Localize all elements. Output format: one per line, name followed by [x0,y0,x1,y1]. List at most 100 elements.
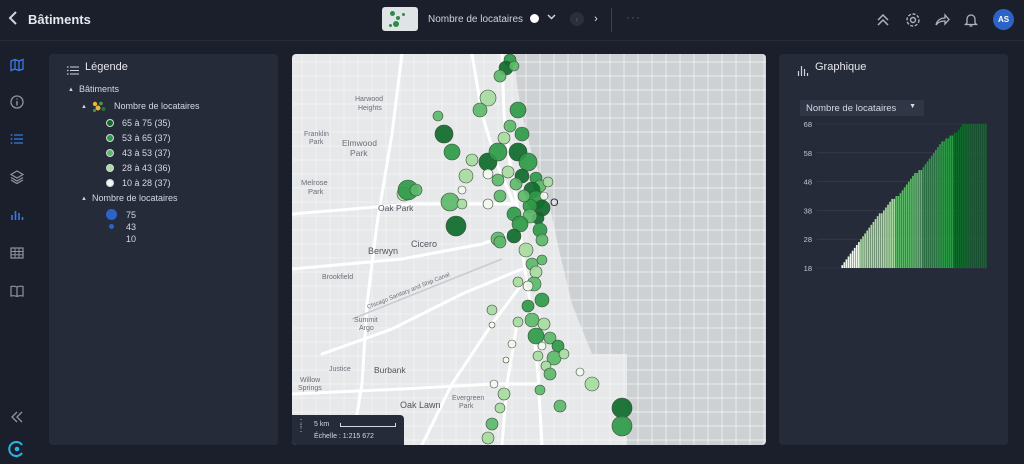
chart-bar[interactable] [932,152,935,268]
chart-bar[interactable] [984,124,987,268]
map-point[interactable] [481,431,495,445]
chart-bar[interactable] [872,221,875,268]
map-point[interactable] [522,280,534,292]
chart-bar[interactable] [947,138,950,268]
map-point[interactable] [489,379,499,389]
chart-bar[interactable] [849,253,852,268]
chart-bar[interactable] [874,219,877,268]
chart-bar[interactable] [860,239,862,268]
map-point[interactable] [518,242,534,258]
map-point[interactable] [497,387,511,401]
chart-bar[interactable] [866,230,869,268]
chart-field-select[interactable]: Nombre de locataires ▼ [800,100,924,116]
map-icon[interactable] [9,57,25,73]
chart-bar[interactable] [862,236,864,268]
chart-bar[interactable] [910,178,912,268]
map-point[interactable] [517,189,531,203]
chart-bar[interactable] [853,247,856,268]
chart-bar[interactable] [893,198,896,268]
map-point[interactable] [611,415,633,437]
map-point[interactable] [575,367,585,377]
previous-layer-button[interactable]: ‹ [570,12,584,26]
map-point[interactable] [506,228,522,244]
expand-triangle-icon[interactable]: ▲ [68,87,74,93]
chart-bar[interactable] [885,207,887,268]
chart-bar[interactable] [959,126,962,268]
map-point[interactable] [497,131,511,145]
chart-bar[interactable] [957,129,960,268]
bell-icon[interactable] [962,11,980,29]
chart-bar[interactable] [955,132,958,268]
avatar[interactable]: AS [993,9,1014,30]
map-canvas[interactable]: Harwood Heights Franklin Park Elmwood Pa… [292,54,766,445]
map-point[interactable] [534,292,550,308]
chart-bar[interactable] [976,124,979,268]
chart-bar[interactable] [901,190,904,268]
map-point[interactable] [536,254,548,266]
chart-bar[interactable] [891,198,893,268]
map-point[interactable] [521,299,535,313]
chevron-down-icon[interactable] [547,12,556,24]
layers-icon[interactable] [9,169,25,185]
chart-bar[interactable] [878,213,881,268]
expand-triangle-icon[interactable]: ▲ [81,104,87,110]
map-point[interactable] [503,119,517,133]
chart-bar[interactable] [962,124,964,268]
chart-bar[interactable] [922,167,925,268]
map-point[interactable] [543,367,557,381]
chart-bar[interactable] [918,170,921,268]
map-point[interactable] [514,126,530,142]
chevrons-up-icon[interactable] [874,11,892,29]
chart-bar[interactable] [889,201,891,268]
chart-bar[interactable] [966,124,968,268]
map-point[interactable] [518,152,538,172]
chart-bar[interactable] [949,135,952,268]
drag-handle-icon[interactable]: ⋮ ⋮ [296,419,306,434]
map-point[interactable] [507,339,517,349]
map-point[interactable] [529,265,543,279]
map-point[interactable] [445,215,467,237]
chart-bar[interactable] [880,213,883,268]
map-point[interactable] [584,376,600,392]
map-point[interactable] [491,173,505,187]
chart-bar[interactable] [935,149,937,268]
chart-bar[interactable] [974,124,977,268]
map-point[interactable] [458,168,474,184]
table-icon[interactable] [9,245,25,261]
map-point[interactable] [542,176,554,188]
chart-bar[interactable] [943,141,945,268]
map-point[interactable] [494,402,506,414]
map-point[interactable] [482,168,494,180]
map-point[interactable] [508,60,520,72]
chart-bar[interactable] [972,124,975,268]
chart-bar[interactable] [945,138,948,268]
layer-visibility-toggle[interactable] [530,14,539,23]
map-point[interactable] [485,417,499,431]
chart-bar[interactable] [953,132,956,268]
map-point[interactable] [539,191,549,201]
chart-bar[interactable] [978,124,981,268]
map-point[interactable] [432,110,444,122]
map-point[interactable] [502,356,510,364]
chart-bar[interactable] [895,196,898,268]
chart-bar[interactable] [899,193,902,268]
chevron-left-icon[interactable] [8,10,22,28]
info-icon[interactable] [9,94,25,110]
layer-thumbnail[interactable] [382,7,418,31]
map-point[interactable] [537,341,547,351]
map-point[interactable] [472,102,488,118]
chart-bar[interactable] [968,124,970,268]
chart-bar[interactable] [930,155,933,268]
more-icon[interactable]: ··· [626,10,641,24]
map-point[interactable] [558,348,570,360]
book-icon[interactable] [9,283,25,299]
map-point[interactable] [482,198,494,210]
map-point[interactable] [493,69,507,83]
map-point[interactable] [443,143,461,161]
chart-bar[interactable] [924,164,927,268]
map-point[interactable] [509,101,527,119]
map-point[interactable] [532,350,544,362]
chart-bar[interactable] [920,170,923,268]
map-view[interactable]: Harwood Heights Franklin Park Elmwood Pa… [292,54,766,445]
chart-bar[interactable] [980,124,983,268]
